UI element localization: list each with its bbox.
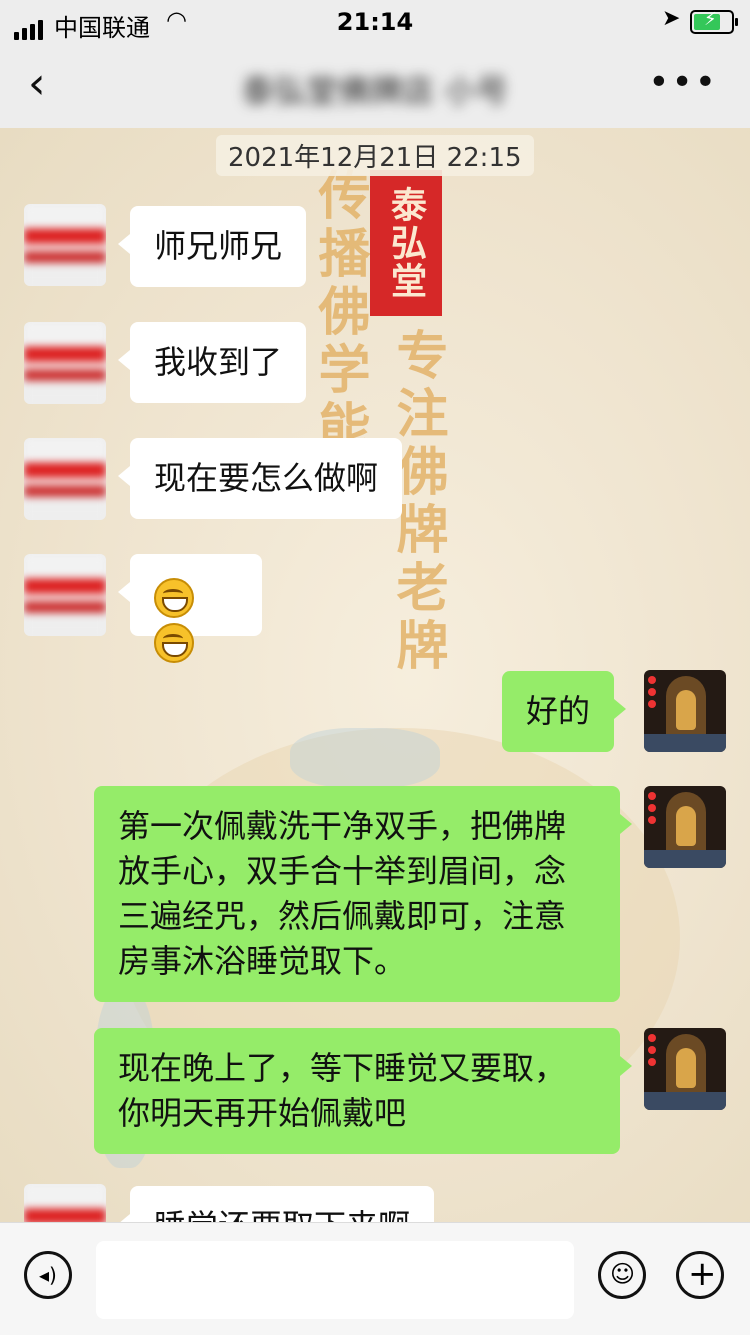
input-bar: ◂) ☺ + — [0, 1222, 750, 1335]
wallpaper-seal: 泰弘堂 — [370, 170, 442, 316]
message-bubble[interactable]: 好的 — [502, 671, 627, 752]
avatar[interactable] — [24, 1184, 106, 1222]
clock: 21:14 — [336, 8, 414, 36]
location-arrow-icon: ➤ — [662, 6, 681, 31]
message-bubble[interactable]: 现在晚上了，等下睡觉又要取，你明天再开始佩戴吧 — [94, 1028, 632, 1154]
more-dots-icon[interactable]: ••• — [648, 62, 718, 103]
wallpaper-cloth-shape — [290, 728, 440, 788]
emoji-icon[interactable]: ☺ — [598, 1251, 646, 1299]
chat-title: 泰弘堂佛牌店 小号 — [241, 72, 509, 110]
avatar[interactable] — [644, 1028, 726, 1110]
avatar[interactable] — [24, 204, 106, 286]
avatar[interactable] — [24, 438, 106, 520]
plus-icon[interactable]: + — [676, 1251, 724, 1299]
avatar[interactable] — [24, 554, 106, 636]
message-bubble[interactable]: 师兄师兄 — [117, 206, 307, 287]
chat-header: ‹ 泰弘堂佛牌店 小号 ••• — [0, 44, 750, 128]
message-clip: 睡觉还要取下来啊 — [0, 1180, 750, 1222]
message-timestamp: 2021年12月21日 22:15 — [216, 135, 534, 176]
message-bubble[interactable]: 现在要怎么做啊 — [117, 438, 403, 519]
grinning-face-icon — [154, 578, 194, 618]
message-bubble[interactable]: 第一次佩戴洗干净双手，把佛牌放手心，双手合十举到眉间，念三遍经咒，然后佩戴即可，… — [94, 786, 632, 1002]
avatar[interactable] — [24, 322, 106, 404]
chevron-left-icon[interactable]: ‹ — [28, 60, 46, 108]
message-bubble[interactable] — [118, 554, 262, 663]
avatar[interactable] — [644, 786, 726, 868]
charging-bolt-icon: ⚡ — [704, 9, 717, 30]
grinning-face-icon — [154, 623, 194, 663]
status-bar: 中国联通 ◠ 21:14 ➤ ⚡ — [0, 0, 750, 44]
battery-icon: ⚡ — [690, 9, 738, 34]
message-input[interactable] — [96, 1241, 574, 1319]
avatar[interactable] — [644, 670, 726, 752]
voice-icon[interactable]: ◂) — [24, 1251, 72, 1299]
message-bubble[interactable]: 睡觉还要取下来啊 — [117, 1186, 435, 1222]
message-bubble[interactable]: 我收到了 — [117, 322, 307, 403]
